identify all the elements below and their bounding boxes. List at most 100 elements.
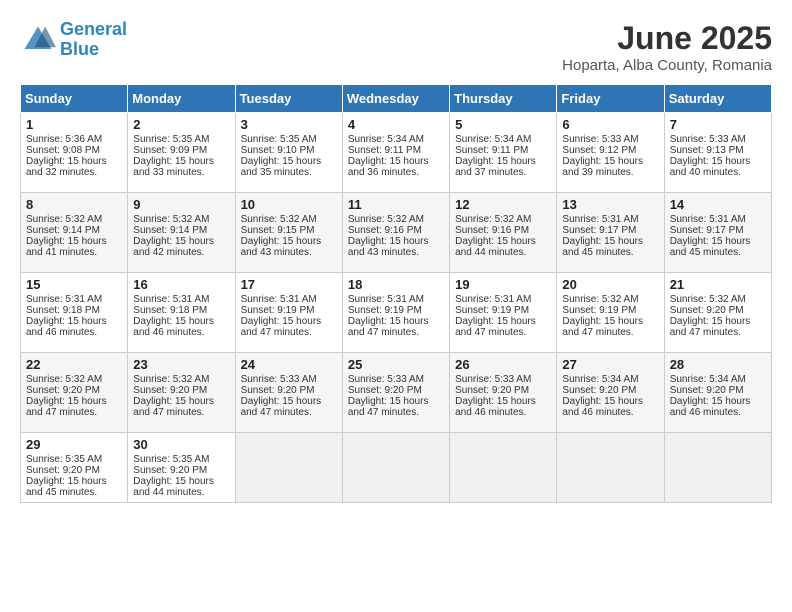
day-number: 6 [562,117,658,132]
sunset: Sunset: 9:11 PM [348,145,421,156]
daylight: Daylight: 15 hours and 36 minutes. [348,156,429,178]
day-cell-5: 5 Sunrise: 5:34 AM Sunset: 9:11 PM Dayli… [450,113,557,193]
day-cell-29: 29 Sunrise: 5:35 AM Sunset: 9:20 PM Dayl… [21,433,128,503]
day-cell-7: 7 Sunrise: 5:33 AM Sunset: 9:13 PM Dayli… [664,113,771,193]
sunset: Sunset: 9:14 PM [26,225,100,236]
sunrise: Sunrise: 5:32 AM [348,214,424,225]
day-cell-12: 12 Sunrise: 5:32 AM Sunset: 9:16 PM Dayl… [450,193,557,273]
sunset: Sunset: 9:16 PM [455,225,529,236]
header: General Blue June 2025 Hoparta, Alba Cou… [20,20,772,74]
daylight: Daylight: 15 hours and 45 minutes. [26,476,107,498]
day-number: 20 [562,277,658,292]
daylight: Daylight: 15 hours and 47 minutes. [348,396,429,418]
daylight: Daylight: 15 hours and 47 minutes. [455,316,536,338]
day-cell-3: 3 Sunrise: 5:35 AM Sunset: 9:10 PM Dayli… [235,113,342,193]
day-cell-4: 4 Sunrise: 5:34 AM Sunset: 9:11 PM Dayli… [342,113,449,193]
col-header-friday: Friday [557,85,664,113]
sunrise: Sunrise: 5:32 AM [26,374,102,385]
day-cell-empty [664,433,771,503]
week-row-5: 29 Sunrise: 5:35 AM Sunset: 9:20 PM Dayl… [21,433,772,503]
day-cell-empty [557,433,664,503]
day-cell-22: 22 Sunrise: 5:32 AM Sunset: 9:20 PM Dayl… [21,353,128,433]
day-number: 4 [348,117,444,132]
col-header-thursday: Thursday [450,85,557,113]
sunset: Sunset: 9:20 PM [133,385,207,396]
day-number: 18 [348,277,444,292]
day-number: 3 [241,117,337,132]
day-cell-30: 30 Sunrise: 5:35 AM Sunset: 9:20 PM Dayl… [128,433,235,503]
day-number: 19 [455,277,551,292]
sunset: Sunset: 9:11 PM [455,145,528,156]
calendar-title: June 2025 [562,20,772,57]
daylight: Daylight: 15 hours and 47 minutes. [348,316,429,338]
sunrise: Sunrise: 5:33 AM [241,374,317,385]
col-header-sunday: Sunday [21,85,128,113]
daylight: Daylight: 15 hours and 45 minutes. [562,236,643,258]
daylight: Daylight: 15 hours and 43 minutes. [241,236,322,258]
daylight: Daylight: 15 hours and 47 minutes. [670,316,751,338]
daylight: Daylight: 15 hours and 46 minutes. [670,396,751,418]
sunset: Sunset: 9:20 PM [26,465,100,476]
title-area: June 2025 Hoparta, Alba County, Romania [562,20,772,74]
week-row-2: 8 Sunrise: 5:32 AM Sunset: 9:14 PM Dayli… [21,193,772,273]
day-number: 9 [133,197,229,212]
sunset: Sunset: 9:15 PM [241,225,315,236]
day-number: 24 [241,357,337,372]
daylight: Daylight: 15 hours and 33 minutes. [133,156,214,178]
sunrise: Sunrise: 5:32 AM [241,214,317,225]
col-header-saturday: Saturday [664,85,771,113]
daylight: Daylight: 15 hours and 39 minutes. [562,156,643,178]
daylight: Daylight: 15 hours and 32 minutes. [26,156,107,178]
sunset: Sunset: 9:19 PM [241,305,315,316]
sunset: Sunset: 9:19 PM [348,305,422,316]
sunrise: Sunrise: 5:34 AM [455,134,531,145]
sunrise: Sunrise: 5:31 AM [26,294,102,305]
day-number: 8 [26,197,122,212]
day-cell-6: 6 Sunrise: 5:33 AM Sunset: 9:12 PM Dayli… [557,113,664,193]
day-cell-16: 16 Sunrise: 5:31 AM Sunset: 9:18 PM Dayl… [128,273,235,353]
sunset: Sunset: 9:08 PM [26,145,100,156]
day-cell-9: 9 Sunrise: 5:32 AM Sunset: 9:14 PM Dayli… [128,193,235,273]
day-number: 11 [348,197,444,212]
sunrise: Sunrise: 5:31 AM [455,294,531,305]
sunset: Sunset: 9:20 PM [348,385,422,396]
day-number: 12 [455,197,551,212]
daylight: Daylight: 15 hours and 42 minutes. [133,236,214,258]
sunset: Sunset: 9:20 PM [455,385,529,396]
sunset: Sunset: 9:20 PM [26,385,100,396]
day-cell-24: 24 Sunrise: 5:33 AM Sunset: 9:20 PM Dayl… [235,353,342,433]
sunrise: Sunrise: 5:32 AM [455,214,531,225]
daylight: Daylight: 15 hours and 44 minutes. [133,476,214,498]
sunrise: Sunrise: 5:31 AM [670,214,746,225]
sunrise: Sunrise: 5:33 AM [348,374,424,385]
day-cell-20: 20 Sunrise: 5:32 AM Sunset: 9:19 PM Dayl… [557,273,664,353]
daylight: Daylight: 15 hours and 47 minutes. [241,316,322,338]
day-number: 17 [241,277,337,292]
header-row: SundayMondayTuesdayWednesdayThursdayFrid… [21,85,772,113]
day-number: 13 [562,197,658,212]
day-number: 27 [562,357,658,372]
sunset: Sunset: 9:12 PM [562,145,636,156]
day-number: 7 [670,117,766,132]
col-header-tuesday: Tuesday [235,85,342,113]
daylight: Daylight: 15 hours and 47 minutes. [133,396,214,418]
col-header-wednesday: Wednesday [342,85,449,113]
sunrise: Sunrise: 5:35 AM [133,454,209,465]
day-number: 14 [670,197,766,212]
sunset: Sunset: 9:20 PM [241,385,315,396]
sunrise: Sunrise: 5:32 AM [133,374,209,385]
logo-text: General Blue [60,20,127,60]
day-cell-11: 11 Sunrise: 5:32 AM Sunset: 9:16 PM Dayl… [342,193,449,273]
sunrise: Sunrise: 5:35 AM [26,454,102,465]
sunset: Sunset: 9:18 PM [26,305,100,316]
sunset: Sunset: 9:17 PM [562,225,636,236]
daylight: Daylight: 15 hours and 47 minutes. [562,316,643,338]
logo-blue: Blue [60,39,99,59]
day-number: 5 [455,117,551,132]
day-number: 16 [133,277,229,292]
day-number: 26 [455,357,551,372]
sunrise: Sunrise: 5:32 AM [26,214,102,225]
calendar-table: SundayMondayTuesdayWednesdayThursdayFrid… [20,84,772,503]
day-number: 21 [670,277,766,292]
daylight: Daylight: 15 hours and 44 minutes. [455,236,536,258]
